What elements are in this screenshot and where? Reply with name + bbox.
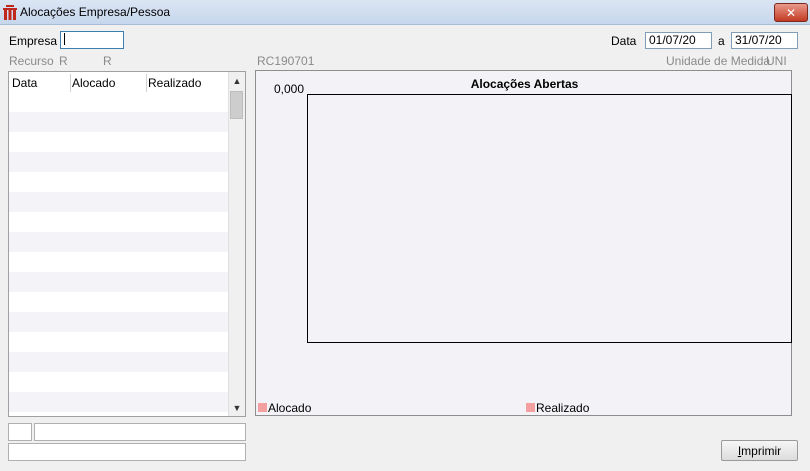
recurso-label: Recurso (9, 54, 54, 68)
table-row[interactable] (9, 132, 229, 152)
column-header-data[interactable]: Data (12, 76, 37, 90)
close-icon: ✕ (785, 5, 797, 20)
legend-swatch-realizado (526, 403, 535, 412)
status-box-bottom (8, 443, 246, 461)
print-button[interactable]: Imprimir (721, 440, 798, 461)
chart-plot-area (307, 94, 792, 343)
column-divider (146, 74, 147, 92)
recurso-name: R (103, 54, 112, 68)
grid-header: Data Alocado Realizado (9, 72, 229, 92)
chart-title: Alocações Abertas (470, 77, 579, 91)
legend-label-alocado: Alocado (268, 401, 312, 415)
table-row[interactable] (9, 272, 229, 292)
table-row[interactable] (9, 152, 229, 172)
column-divider (70, 74, 71, 92)
table-row[interactable] (9, 112, 229, 132)
recurso-value: R (59, 54, 68, 68)
allocation-grid[interactable]: Data Alocado Realizado ▲ ▼ (8, 71, 246, 417)
scroll-down-icon[interactable]: ▼ (229, 399, 245, 416)
empresa-input[interactable] (60, 31, 124, 49)
table-row[interactable] (9, 232, 229, 252)
app-logo-icon (3, 5, 17, 20)
table-row[interactable] (9, 212, 229, 232)
table-row[interactable] (9, 172, 229, 192)
empresa-label: Empresa (9, 34, 58, 48)
date-separator: a (718, 34, 725, 48)
column-header-realizado[interactable]: Realizado (148, 76, 201, 90)
unidade-label: Unidade de Medida (666, 54, 771, 68)
table-row[interactable] (9, 292, 229, 312)
unidade-value: UNI (766, 54, 787, 68)
grid-rows (9, 92, 229, 412)
table-row[interactable] (9, 392, 229, 412)
text-caret (64, 33, 65, 45)
table-row[interactable] (9, 312, 229, 332)
close-button[interactable]: ✕ (774, 3, 808, 22)
print-button-label: Imprimir (737, 443, 782, 458)
y-axis-tick: 0,000 (274, 82, 305, 96)
resource-code: RC190701 (257, 54, 315, 68)
window-title: Alocações Empresa/Pessoa (20, 5, 171, 19)
legend-swatch-alocado (258, 403, 267, 412)
table-row[interactable] (9, 372, 229, 392)
grid-scrollbar[interactable]: ▲ ▼ (228, 72, 245, 416)
scroll-thumb[interactable] (230, 91, 243, 119)
scroll-up-icon[interactable]: ▲ (229, 72, 245, 89)
date-to-input[interactable]: 31/07/20 (731, 32, 798, 49)
table-row[interactable] (9, 252, 229, 272)
column-header-alocado[interactable]: Alocado (72, 76, 115, 90)
table-row[interactable] (9, 352, 229, 372)
table-row[interactable] (9, 92, 229, 112)
chart-panel: Alocações Abertas 0,000 Alocado Realizad… (255, 70, 792, 416)
date-from-input[interactable]: 01/07/20 (645, 32, 712, 49)
table-row[interactable] (9, 192, 229, 212)
status-box-wide (34, 423, 246, 441)
data-label: Data (611, 34, 637, 48)
table-row[interactable] (9, 332, 229, 352)
status-box-small (8, 423, 32, 441)
legend-label-realizado: Realizado (536, 401, 590, 415)
